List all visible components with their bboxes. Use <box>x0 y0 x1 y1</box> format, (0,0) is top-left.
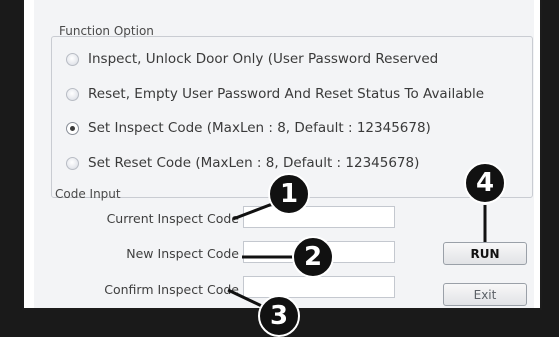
option-set-inspect-code[interactable]: Set Inspect Code (MaxLen : 8, Default : … <box>66 118 431 138</box>
current-inspect-code-label: Current Inspect Code <box>106 211 239 226</box>
option-set-reset-code[interactable]: Set Reset Code (MaxLen : 8, Default : 12… <box>66 153 419 173</box>
radio-button[interactable] <box>66 156 79 170</box>
confirm-inspect-code-input[interactable] <box>243 276 395 298</box>
current-inspect-code-input[interactable] <box>243 206 395 228</box>
option-label: Reset, Empty User Password And Reset Sta… <box>88 86 485 102</box>
confirm-inspect-code-label: Confirm Inspect Code <box>104 282 239 297</box>
option-label: Set Reset Code (MaxLen : 8, Default : 12… <box>88 155 420 171</box>
dialog-panel: Function Option Inspect, Unlock Door Onl… <box>34 0 534 308</box>
callout-badge-4: 4 <box>464 162 506 204</box>
radio-button-selected[interactable] <box>66 121 79 135</box>
code-input-title: Code Input <box>55 187 121 201</box>
run-button[interactable]: RUN <box>443 242 527 265</box>
callout-badge-2: 2 <box>292 236 334 278</box>
option-label: Set Inspect Code (MaxLen : 8, Default : … <box>88 120 431 136</box>
option-reset-empty[interactable]: Reset, Empty User Password And Reset Sta… <box>66 84 484 104</box>
callout-badge-3: 3 <box>258 295 300 337</box>
dialog-window: Function Option Inspect, Unlock Door Onl… <box>22 0 542 310</box>
new-inspect-code-label: New Inspect Code <box>126 246 239 261</box>
option-label: Inspect, Unlock Door Only (User Password… <box>88 51 439 67</box>
radio-button[interactable] <box>66 52 79 66</box>
function-option-title: Function Option <box>59 24 154 38</box>
callout-badge-1: 1 <box>268 173 310 215</box>
exit-button[interactable]: Exit <box>443 283 527 306</box>
option-inspect-unlock[interactable]: Inspect, Unlock Door Only (User Password… <box>66 49 438 69</box>
radio-button[interactable] <box>66 87 79 101</box>
